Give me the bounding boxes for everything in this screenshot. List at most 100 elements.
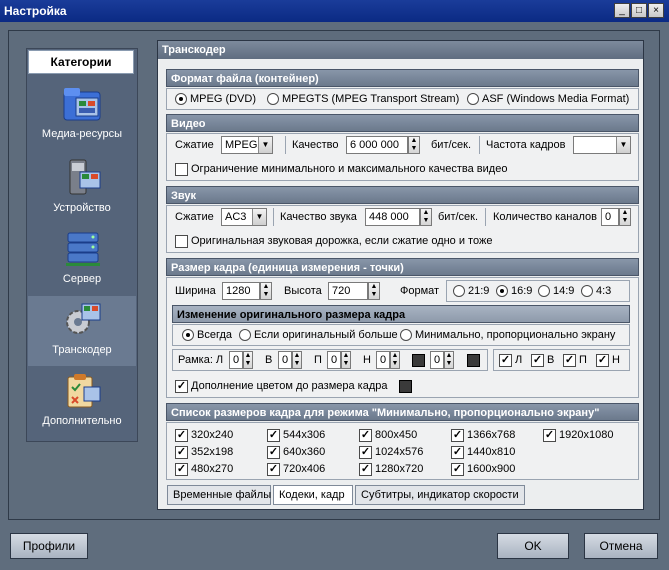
video-compression-select[interactable]: MPEG2 ▼: [221, 136, 273, 154]
audio-channels-input[interactable]: 0: [601, 208, 619, 226]
frame-section-title: Размер кадра (единица измерения - точки): [166, 258, 639, 276]
audio-compression-select[interactable]: AC3 ▼: [221, 208, 267, 226]
video-quality-spinner[interactable]: ▲ ▼: [408, 136, 420, 154]
size-label: 1280x720: [375, 463, 424, 475]
audio-original-label: Оригинальная звуковая дорожка, если сжат…: [191, 235, 493, 247]
margin-extra-spinner[interactable]: ▲ ▼: [444, 351, 454, 369]
size-checkbox[interactable]: ✓: [451, 429, 464, 442]
margin-right-input[interactable]: 0: [327, 351, 341, 369]
frame-format-14-9-radio[interactable]: [538, 285, 550, 297]
pad-color-label: Дополнение цветом до размера кадра: [191, 380, 388, 392]
margin-left-label: Рамка: Л: [178, 354, 224, 366]
category-transcoder[interactable]: Транскодер: [28, 296, 136, 366]
chevron-down-icon: ▼: [258, 137, 272, 153]
audio-channels-spinner[interactable]: ▲ ▼: [619, 208, 631, 226]
pad-color-checkbox[interactable]: ✓: [175, 380, 188, 393]
frame-height-spinner[interactable]: ▲ ▼: [368, 282, 380, 300]
frame-width-spinner[interactable]: ▲ ▼: [260, 282, 272, 300]
minimize-button[interactable]: _: [614, 3, 630, 18]
margin-top-input[interactable]: 0: [278, 351, 292, 369]
audio-quality-label: Качество звука: [280, 211, 357, 223]
size-checkbox[interactable]: ✓: [451, 463, 464, 476]
category-media-resources[interactable]: Медиа-ресурсы: [28, 80, 136, 150]
frame-height-input[interactable]: 720: [328, 282, 368, 300]
tab-codecs-frame[interactable]: Кодеки, кадр: [273, 485, 353, 505]
maximize-button[interactable]: □: [631, 3, 647, 18]
pad-color-swatch[interactable]: [399, 380, 412, 393]
size-checkbox[interactable]: ✓: [267, 463, 280, 476]
video-framerate-select[interactable]: ▼: [573, 136, 631, 154]
margin-check-p[interactable]: ✓: [563, 354, 576, 367]
margin-bottom-input[interactable]: 0: [376, 351, 390, 369]
ok-button[interactable]: OK: [497, 533, 569, 559]
frame-height-label: Высота: [284, 285, 322, 297]
device-icon: [69, 159, 101, 195]
margin-right-spinner[interactable]: ▲ ▼: [341, 351, 351, 369]
cancel-button[interactable]: Отмена: [584, 533, 658, 559]
profiles-button[interactable]: Профили: [10, 533, 88, 559]
margin-check-p-label: П: [579, 354, 587, 366]
margin-top-spinner[interactable]: ▲ ▼: [292, 351, 302, 369]
margin-check-l[interactable]: ✓: [499, 354, 512, 367]
size-checkbox[interactable]: ✓: [543, 429, 556, 442]
size-checkbox[interactable]: ✓: [267, 446, 280, 459]
category-additional[interactable]: Дополнительно: [28, 367, 136, 437]
frame-format-21-9-radio[interactable]: [453, 285, 465, 297]
margin-left-spinner[interactable]: ▲ ▼: [243, 351, 253, 369]
margin-left-input[interactable]: 0: [229, 351, 243, 369]
size-checkbox[interactable]: ✓: [359, 446, 372, 459]
category-header: Категории: [28, 50, 134, 74]
size-label: 1920x1080: [559, 429, 614, 441]
size-checkbox[interactable]: ✓: [175, 429, 188, 442]
audio-quality-input[interactable]: 448 000: [365, 208, 420, 226]
category-device[interactable]: Устройство: [28, 154, 136, 224]
format-mpeg-radio[interactable]: [175, 93, 187, 105]
audio-original-checkbox[interactable]: [175, 235, 188, 248]
size-checkbox[interactable]: ✓: [359, 429, 372, 442]
resize-always-radio[interactable]: [182, 329, 194, 341]
frame-format-16-9-radio[interactable]: [496, 285, 508, 297]
video-compression-label: Сжатие: [175, 139, 214, 151]
size-label: 320x240: [191, 429, 234, 441]
frame-width-label: Ширина: [175, 285, 216, 297]
margin-check-v[interactable]: ✓: [531, 354, 544, 367]
format-asf-radio[interactable]: [467, 93, 479, 105]
resize-minimal-label: Минимально, пропорционально экрану: [415, 329, 616, 341]
resize-section-title: Изменение оригинального размера кадра: [172, 305, 630, 323]
resize-minimal-radio[interactable]: [400, 329, 412, 341]
size-checkbox[interactable]: ✓: [175, 446, 188, 459]
size-checkbox[interactable]: ✓: [359, 463, 372, 476]
margin-bottom-spinner[interactable]: ▲ ▼: [390, 351, 400, 369]
tab-temp-files[interactable]: Временные файлы: [167, 485, 271, 505]
format-mpegts-label: MPEGTS (MPEG Transport Stream): [282, 93, 460, 105]
window-title: Настройка: [0, 0, 669, 22]
margin-extra-input[interactable]: 0: [430, 351, 444, 369]
category-label: Сервер: [62, 273, 102, 285]
margin-color-swatch[interactable]: [412, 354, 425, 367]
frame-width-input[interactable]: 1280: [222, 282, 260, 300]
margin-check-n[interactable]: ✓: [596, 354, 609, 367]
video-limit-label: Ограничение минимального и максимального…: [191, 163, 508, 175]
format-mpegts-radio[interactable]: [267, 93, 279, 105]
frame-format-label-21-9: 21:9: [468, 285, 490, 297]
resize-if-larger-radio[interactable]: [239, 329, 251, 341]
margin-checks-group: [493, 349, 630, 371]
category-server[interactable]: Сервер: [28, 225, 136, 295]
size-label: 720x406: [283, 463, 326, 475]
video-quality-input[interactable]: 6 000 000: [346, 136, 408, 154]
margin-extra-color-swatch[interactable]: [467, 354, 480, 367]
format-section-title: Формат файла (контейнер): [166, 69, 639, 87]
size-label: 800x450: [375, 429, 418, 441]
panel-title: Транскодер: [158, 41, 643, 59]
tab-subtitles-speed[interactable]: Субтитры, индикатор скорости: [355, 485, 525, 505]
margin-check-n-label: Н: [612, 354, 620, 366]
video-limit-checkbox[interactable]: [175, 163, 188, 176]
size-checkbox[interactable]: ✓: [451, 446, 464, 459]
audio-compression-label: Сжатие: [175, 211, 214, 223]
audio-quality-spinner[interactable]: ▲ ▼: [420, 208, 432, 226]
separator: [273, 208, 274, 226]
size-checkbox[interactable]: ✓: [175, 463, 188, 476]
frame-format-4-3-radio[interactable]: [581, 285, 593, 297]
close-button[interactable]: ×: [648, 3, 664, 18]
size-checkbox[interactable]: ✓: [267, 429, 280, 442]
